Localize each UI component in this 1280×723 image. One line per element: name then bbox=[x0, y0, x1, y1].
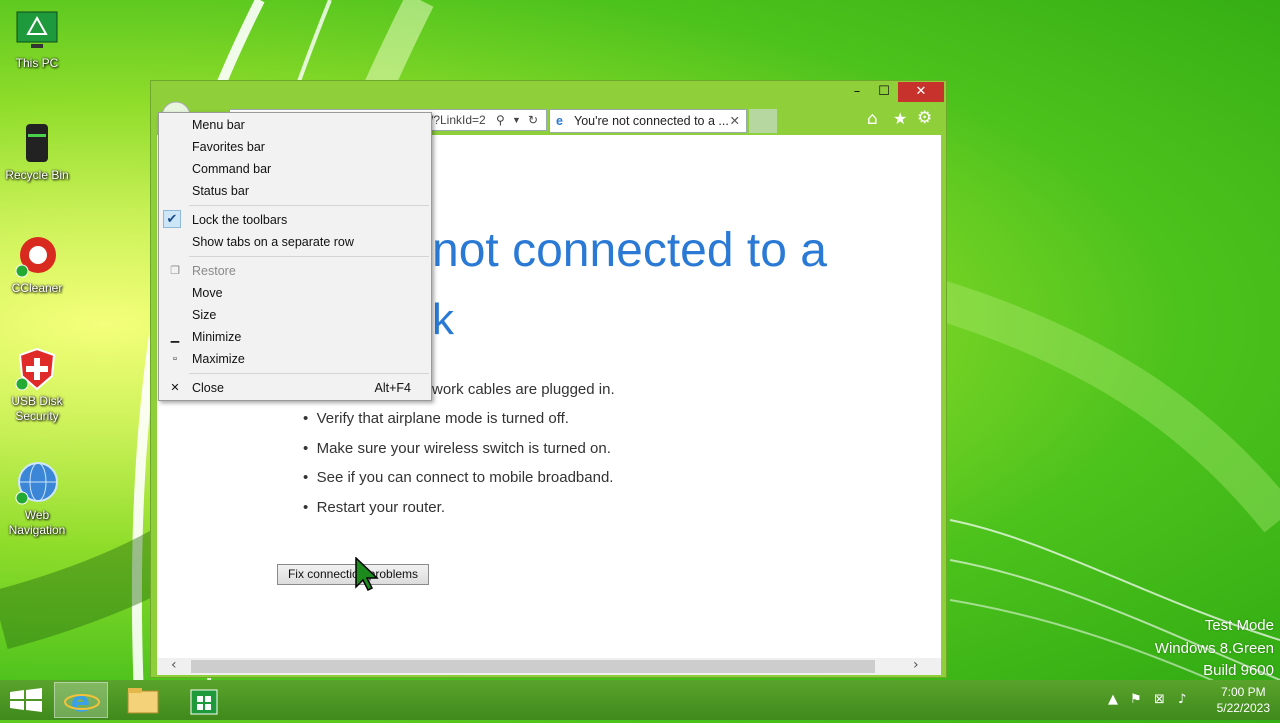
taskbar-file-explorer[interactable] bbox=[116, 682, 170, 718]
troubleshoot-list: work cables are plugged in. • Verify tha… bbox=[303, 381, 615, 528]
desktop-icon-label: USB Disk Security bbox=[11, 394, 63, 423]
windows-logo-icon bbox=[10, 688, 42, 712]
minimize-icon: ▁ bbox=[170, 331, 180, 343]
home-icon[interactable]: ⌂ bbox=[867, 109, 878, 129]
desktop-icon-recycle-bin[interactable]: Recycle Bin bbox=[4, 120, 70, 183]
list-item: • Restart your router. bbox=[303, 498, 445, 516]
desktop-icon-usb-disk-security[interactable]: USB Disk Security bbox=[4, 346, 70, 424]
close-tab-icon[interactable]: ✕ bbox=[730, 110, 740, 132]
test-mode-watermark: Test Mode Windows 8.Green Build 9600 bbox=[1154, 617, 1274, 679]
desktop-icon-ccleaner[interactable]: CCleaner bbox=[4, 233, 70, 296]
new-tab-button[interactable] bbox=[749, 109, 777, 133]
desktop-icon-this-pc[interactable]: This PC bbox=[4, 8, 70, 71]
list-item: • Verify that airplane mode is turned of… bbox=[303, 410, 569, 428]
desktop-icon-web-navigation[interactable]: Web Navigation bbox=[4, 460, 70, 538]
close-window-button[interactable]: ✕ bbox=[898, 82, 944, 102]
scroll-left-icon[interactable]: ‹ bbox=[171, 657, 177, 673]
menu-item-minimize[interactable]: ▁ Minimize bbox=[159, 327, 431, 347]
context-menu: Menu bar Favorites bar Command bar Statu… bbox=[158, 112, 432, 401]
ie-tab-icon: e bbox=[556, 114, 563, 128]
fix-connection-button[interactable]: Fix connection problems bbox=[277, 564, 429, 585]
taskbar-store[interactable] bbox=[177, 682, 231, 718]
scrollbar-thumb[interactable] bbox=[191, 660, 875, 673]
svg-text:e: e bbox=[71, 685, 90, 718]
list-item: • Make sure your wireless switch is turn… bbox=[303, 439, 611, 457]
menu-item-show-tabs-separate-row[interactable]: Show tabs on a separate row bbox=[159, 232, 431, 252]
ccleaner-icon bbox=[14, 233, 60, 279]
menu-item-size[interactable]: Size bbox=[159, 305, 431, 325]
gear-icon[interactable]: ⚙ bbox=[917, 108, 932, 128]
desktop-icon-label: Recycle Bin bbox=[5, 168, 69, 182]
minimize-button[interactable]: – bbox=[844, 82, 870, 102]
page-headline: not connected to a bbox=[432, 224, 827, 277]
dropdown-icon[interactable]: ▼ bbox=[512, 110, 521, 130]
menu-separator bbox=[189, 256, 429, 257]
menu-item-status-bar[interactable]: Status bar bbox=[159, 181, 431, 201]
desktop-icon-label: This PC bbox=[15, 56, 59, 70]
favorites-star-icon[interactable]: ★ bbox=[893, 109, 907, 128]
close-icon: ✕ bbox=[170, 382, 180, 394]
maximize-icon: ▫ bbox=[173, 353, 177, 365]
desktop-icon-label: CCleaner bbox=[11, 281, 63, 295]
menu-item-lock-toolbars[interactable]: ✔ Lock the toolbars bbox=[159, 210, 431, 230]
refresh-icon[interactable]: ↻ bbox=[528, 110, 538, 130]
speaker-muted-icon[interactable]: ♪ bbox=[1178, 692, 1186, 707]
show-hidden-icons-icon[interactable]: ▲ bbox=[1108, 692, 1118, 707]
menu-item-restore[interactable]: ❐ Restore bbox=[159, 261, 431, 281]
folder-icon bbox=[127, 688, 159, 714]
search-icon[interactable]: ⚲ bbox=[496, 110, 505, 130]
menu-item-menu-bar[interactable]: Menu bar bbox=[159, 115, 431, 135]
maximize-button[interactable]: ☐ bbox=[871, 82, 897, 102]
network-disconnected-icon[interactable]: ⊠ bbox=[1154, 692, 1165, 707]
menu-item-favorites-bar[interactable]: Favorites bar bbox=[159, 137, 431, 157]
taskbar-clock[interactable]: 7:00 PM 5/22/2023 bbox=[1217, 684, 1270, 716]
monitor-icon bbox=[14, 8, 60, 54]
taskbar-internet-explorer[interactable]: e bbox=[54, 682, 108, 718]
scroll-right-icon[interactable]: › bbox=[913, 657, 919, 673]
menu-item-command-bar[interactable]: Command bar bbox=[159, 159, 431, 179]
store-icon bbox=[190, 689, 218, 715]
shield-icon bbox=[14, 346, 60, 392]
taskbar: e bbox=[0, 680, 1280, 720]
list-item: • See if you can connect to mobile broad… bbox=[303, 469, 614, 487]
menu-item-move[interactable]: Move bbox=[159, 283, 431, 303]
globe-icon bbox=[14, 460, 60, 506]
internet-explorer-icon: e bbox=[64, 685, 100, 718]
tab-active[interactable]: e You're not connected to a ... ✕ bbox=[549, 109, 747, 133]
checkmark-icon: ✔ bbox=[163, 210, 181, 228]
menu-separator bbox=[189, 205, 429, 206]
restore-icon: ❐ bbox=[170, 265, 180, 277]
tab-title: You're not connected to a ... bbox=[574, 114, 729, 128]
address-text: /?LinkId=2 bbox=[430, 113, 486, 127]
page-headline-continued: k bbox=[432, 295, 454, 344]
horizontal-scrollbar[interactable]: ‹ › bbox=[157, 657, 941, 675]
recycle-bin-icon bbox=[14, 120, 60, 166]
menu-item-maximize[interactable]: ▫ Maximize bbox=[159, 349, 431, 369]
desktop-icon-label: Web Navigation bbox=[8, 508, 66, 537]
menu-separator bbox=[189, 373, 429, 374]
start-button[interactable] bbox=[0, 682, 54, 718]
action-center-flag-icon[interactable]: ⚑ bbox=[1130, 692, 1142, 707]
menu-item-close[interactable]: ✕ Close Alt+F4 bbox=[159, 378, 431, 398]
mouse-cursor-icon bbox=[355, 557, 379, 591]
